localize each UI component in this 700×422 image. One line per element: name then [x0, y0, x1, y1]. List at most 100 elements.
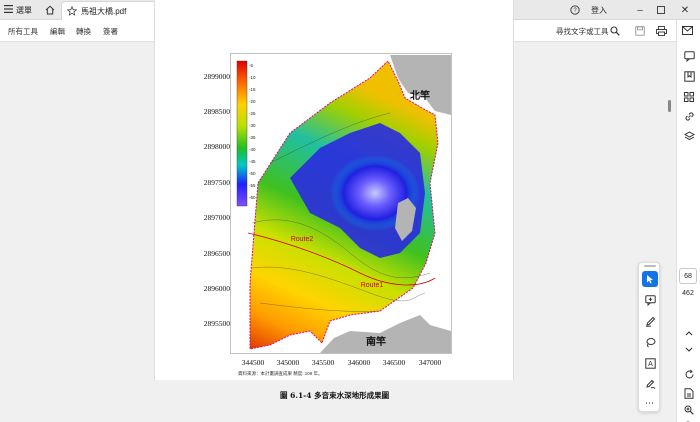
fill-sign-tool[interactable] [642, 376, 658, 392]
more-tools-button[interactable]: ⋯ [642, 395, 658, 411]
colorbar-tick: -55 [249, 183, 256, 188]
rotate-button[interactable] [683, 368, 695, 380]
chevron-down-icon [685, 347, 693, 352]
share-button[interactable] [682, 26, 694, 38]
page-total: 462 [682, 290, 694, 297]
menu-label: 選單 [16, 5, 32, 15]
source-note: 資料來源：本計畫調查成果 精度: 109 年。 [238, 371, 323, 376]
right-rail [676, 20, 700, 422]
y-tick-label: 2897000 [203, 213, 230, 222]
link-icon [684, 111, 694, 121]
scroll-up-button[interactable] [683, 327, 695, 339]
save-icon [635, 26, 645, 36]
route1-label: Route1 [361, 282, 384, 289]
south-label: 南竿 [366, 335, 386, 348]
pen-icon [645, 316, 655, 327]
add-text-tool[interactable]: A [642, 355, 658, 371]
y-tick-label: 2896000 [203, 284, 230, 293]
bookmark-panel-button[interactable] [683, 70, 695, 82]
layers-panel-button[interactable] [683, 130, 695, 142]
close-window-button[interactable]: ✕ [677, 2, 693, 18]
thumbnails-panel-button[interactable] [683, 91, 695, 103]
annotation-toolbar: A ⋯ [638, 262, 660, 412]
north-label: 北竿 [410, 89, 430, 102]
colorbar-tick: -30 [249, 123, 256, 128]
y-tick-label: 2895500 [203, 319, 230, 328]
x-tick-label: 346000 [347, 358, 371, 367]
colorbar-tick: -10 [249, 75, 256, 80]
scroll-down-button[interactable] [683, 344, 695, 356]
find-tool-search[interactable]: 尋找文字或工具 [556, 26, 609, 37]
all-tools-menu[interactable]: 所有工具 [8, 26, 38, 37]
y-tick-label: 2897500 [203, 178, 230, 187]
toolbar-drag-handle[interactable] [644, 265, 656, 267]
menu-button[interactable]: 選單 [4, 3, 32, 17]
rotate-icon [685, 369, 693, 378]
y-tick-label: 2899000 [203, 72, 230, 81]
sign-menu[interactable]: 簽署 [103, 26, 118, 37]
svg-text:?: ? [573, 8, 577, 14]
maximize-button[interactable] [653, 2, 669, 18]
colorbar-tick: -35 [249, 135, 256, 140]
add-comment-tool[interactable] [642, 292, 658, 308]
star-icon[interactable] [67, 6, 77, 16]
grid-icon [684, 92, 694, 102]
svg-text:A: A [648, 361, 653, 368]
edit-menu[interactable]: 編輯 [50, 26, 65, 37]
colorbar-tick: -20 [249, 99, 256, 104]
colorbar-tick: -50 [249, 171, 256, 176]
zoom-in-icon [684, 405, 694, 415]
layers-icon [683, 130, 695, 140]
search-icon [610, 26, 620, 36]
draw-tool[interactable] [642, 334, 658, 350]
comment-panel-button[interactable] [683, 50, 695, 62]
signature-pen-icon [645, 379, 655, 389]
colorbar-tick: -60 [249, 195, 256, 200]
maximize-icon [657, 6, 665, 14]
convert-menu[interactable]: 轉換 [76, 26, 91, 37]
cursor-icon [647, 275, 653, 284]
text-box-icon: A [644, 357, 656, 369]
colorbar-tick: -15 [249, 87, 256, 92]
vertical-scrollbar[interactable] [668, 100, 671, 112]
print-button[interactable] [655, 25, 667, 37]
x-tick-label: 347000 [418, 358, 442, 367]
search-button[interactable] [609, 25, 621, 37]
print-icon [655, 26, 667, 36]
save-button[interactable] [634, 25, 646, 37]
select-tool[interactable] [642, 271, 658, 287]
x-tick-label: 345000 [276, 358, 300, 367]
login-button[interactable]: 登入 [591, 3, 607, 17]
attachments-panel-button[interactable] [683, 110, 695, 122]
colorbar [236, 60, 248, 207]
document-icon [684, 387, 694, 399]
y-tick-label: 2896500 [203, 249, 230, 258]
x-tick-label: 346500 [382, 358, 406, 367]
lasso-icon [646, 337, 655, 347]
hamburger-icon [4, 5, 13, 15]
page-number-input[interactable]: 68 [679, 268, 697, 284]
page-export-button[interactable] [683, 387, 695, 399]
figure-caption: 圖 6.1-4 多音束水深地形成果圖 [280, 391, 390, 400]
y-tick-label: 2898000 [203, 142, 230, 151]
more-icon: ⋯ [645, 397, 655, 408]
bathymetry-map: 北竿 南竿 Route2 Route1 [230, 53, 452, 354]
help-icon: ? [570, 5, 580, 15]
colorbar-tick: -25 [249, 111, 256, 116]
colorbar-tick: -40 [249, 147, 256, 152]
close-window-icon: ✕ [680, 4, 690, 16]
chevron-up-icon [685, 331, 693, 336]
comment-add-icon [644, 294, 656, 306]
comment-icon [683, 50, 695, 62]
x-tick-label: 345500 [311, 358, 335, 367]
minimize-button[interactable]: – [632, 2, 648, 18]
zoom-in-button[interactable] [683, 404, 695, 416]
home-button[interactable] [42, 3, 58, 17]
help-button[interactable]: ? [569, 3, 581, 17]
minimize-icon: – [637, 4, 643, 16]
x-tick-label: 344500 [241, 358, 265, 367]
route2-label: Route2 [291, 236, 314, 243]
highlight-tool[interactable] [642, 313, 658, 329]
colorbar-tick: -5 [249, 63, 254, 68]
y-tick-label: 2898500 [203, 107, 230, 116]
